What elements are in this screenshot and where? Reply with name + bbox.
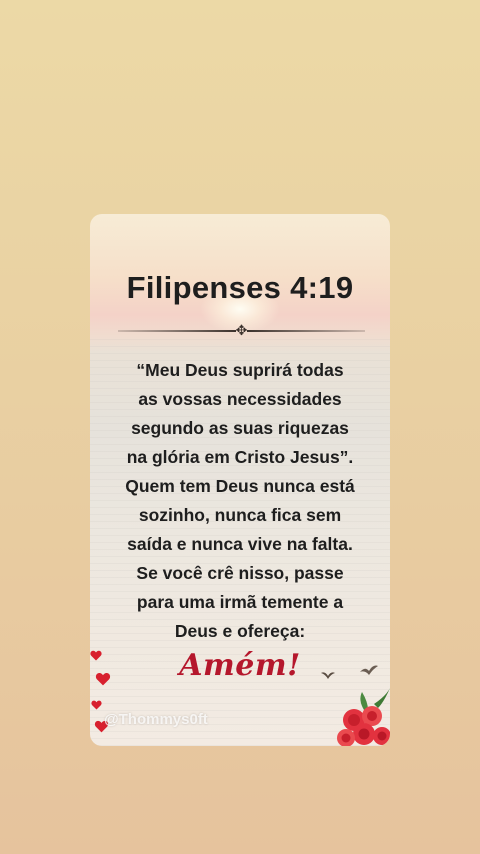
closing-amen: Amém! xyxy=(179,648,301,683)
verse-line: Quem tem Deus nunca está xyxy=(125,476,355,496)
heart-icon xyxy=(95,672,111,686)
verse-card: Filipenses 4:19 ✥ “Meu Deus suprirá toda… xyxy=(90,214,390,746)
bird-icon xyxy=(360,665,378,675)
verse-line: sozinho, nunca fica sem xyxy=(138,505,342,525)
heart-icon xyxy=(91,700,102,710)
divider-line-right xyxy=(247,330,365,332)
verse-line: na glória em Cristo Jesus”. xyxy=(126,447,354,467)
bird-icon xyxy=(321,672,335,679)
verse-line: Se você crê nisso, passe xyxy=(136,563,344,583)
verse-line: as vossas necessidades xyxy=(138,389,342,409)
rose-bouquet-icon xyxy=(337,688,390,746)
verse-line: segundo as suas riquezas xyxy=(131,418,349,438)
verse-line: Deus e ofereça: xyxy=(174,621,306,641)
verse-reference-title: Filipenses 4:19 xyxy=(126,270,354,305)
verse-text: “Meu Deus suprirá todas as vossas necess… xyxy=(100,356,380,646)
verse-line: para uma irmã temente a xyxy=(136,592,344,612)
heart-icon xyxy=(90,650,102,661)
verse-line: “Meu Deus suprirá todas xyxy=(136,360,344,380)
creator-watermark: @Thommys0ft xyxy=(104,711,208,728)
divider-line-left xyxy=(118,330,236,332)
ornamental-divider: ✥ xyxy=(118,322,365,338)
verse-line: saída e nunca vive na falta. xyxy=(127,534,353,554)
ornament-icon: ✥ xyxy=(235,322,248,338)
